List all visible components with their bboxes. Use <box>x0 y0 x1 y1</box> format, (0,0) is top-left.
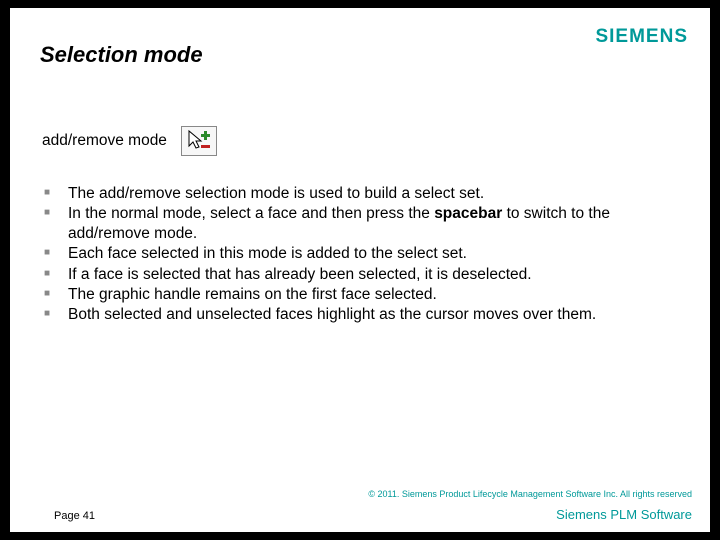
bullet-text: The graphic handle remains on the first … <box>68 286 437 303</box>
header: Selection mode SIEMENS <box>14 20 706 68</box>
list-item: If a face is selected that has already b… <box>44 265 676 285</box>
bullet-text: In the normal mode, select a face and th… <box>68 205 434 222</box>
list-item: The add/remove selection mode is used to… <box>44 184 676 204</box>
cursor-add-remove-icon <box>181 126 217 156</box>
list-item: Each face selected in this mode is added… <box>44 244 676 264</box>
subheader-text: add/remove mode <box>42 132 167 150</box>
footer-row: Page 41 Siemens PLM Software <box>54 507 692 522</box>
bullet-text: Both selected and unselected faces highl… <box>68 306 596 323</box>
bullet-text: The add/remove selection mode is used to… <box>68 185 484 202</box>
footer-brand: Siemens PLM Software <box>556 507 692 522</box>
list-item: The graphic handle remains on the first … <box>44 285 676 305</box>
footer: © 2011. Siemens Product Lifecycle Manage… <box>10 489 710 522</box>
bullet-text: Each face selected in this mode is added… <box>68 245 467 262</box>
bullet-list: The add/remove selection mode is used to… <box>14 184 706 325</box>
list-item: Both selected and unselected faces highl… <box>44 305 676 325</box>
copyright-text: © 2011. Siemens Product Lifecycle Manage… <box>54 489 692 499</box>
bullet-bold: spacebar <box>434 205 502 222</box>
page-number: Page 41 <box>54 510 95 522</box>
slide: Selection mode SIEMENS add/remove mode T… <box>10 8 710 532</box>
page-title: Selection mode <box>40 42 203 68</box>
bullet-text: If a face is selected that has already b… <box>68 266 532 283</box>
siemens-logo: SIEMENS <box>595 26 688 48</box>
subheader-row: add/remove mode <box>14 126 706 156</box>
list-item: In the normal mode, select a face and th… <box>44 204 676 244</box>
